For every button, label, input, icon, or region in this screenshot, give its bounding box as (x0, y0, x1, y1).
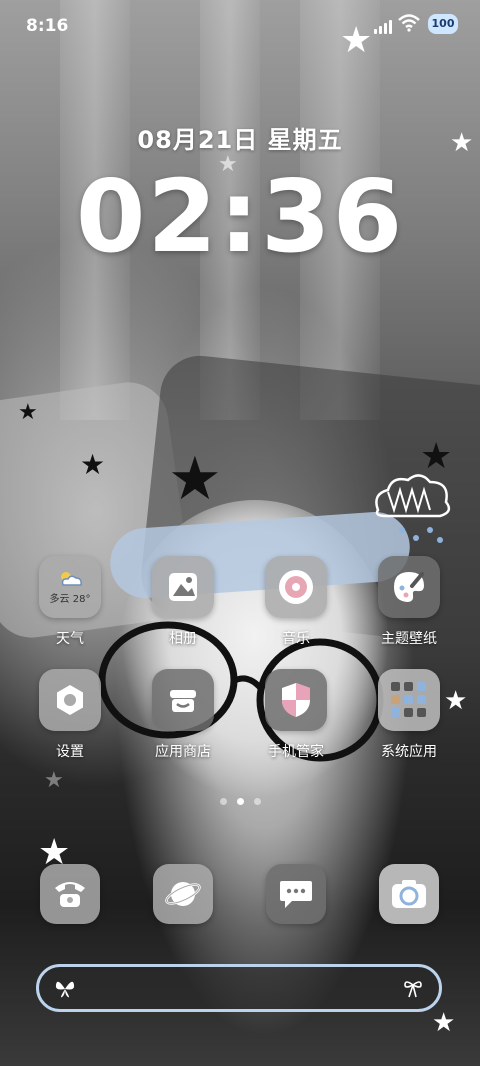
date-label: 08月21日 星期五 (137, 126, 343, 154)
app-label: 手机管家 (268, 744, 324, 760)
star-decoration: ★ (44, 768, 64, 793)
music-icon (265, 556, 327, 618)
weather-condition: 多云 (49, 594, 70, 605)
ribbon-bow-icon (404, 981, 422, 998)
app-label: 设置 (56, 744, 84, 760)
app-settings[interactable]: 设置 (25, 669, 115, 761)
home-screen: ★ ★ ★ ★ ★ ★ ★ ★ ★ ★ ★ 8:16 100 08月21日 星期… (0, 0, 480, 1066)
app-label: 天气 (56, 631, 84, 647)
app-weather[interactable]: 多云 28° 天气 (25, 556, 115, 648)
camera-icon (379, 864, 439, 924)
dock-camera[interactable] (364, 864, 454, 924)
star-decoration: ★ (168, 444, 222, 514)
palette-icon (378, 556, 440, 618)
folder-system-apps[interactable]: 系统应用 (364, 669, 454, 761)
signal-icon (374, 20, 392, 34)
butterfly-icon (55, 981, 75, 998)
wallpaper-glasses (98, 621, 384, 762)
dock-browser[interactable] (138, 864, 228, 924)
battery-icon: 100 (428, 14, 458, 34)
settings-gear-icon (39, 669, 101, 731)
app-label: 系统应用 (381, 744, 437, 760)
weather-temp: 28° (72, 594, 91, 605)
folder-icon (378, 669, 440, 731)
app-label: 相册 (169, 631, 197, 647)
page-dot-active[interactable] (236, 798, 244, 805)
star-decoration: ★ (80, 448, 106, 481)
star-decoration: ★ (432, 1008, 456, 1038)
app-phone-manager[interactable]: 手机管家 (251, 669, 341, 761)
search-bar[interactable] (36, 964, 442, 1012)
wifi-icon (398, 14, 420, 32)
app-store[interactable]: 应用商店 (138, 669, 228, 761)
dock-phone[interactable] (25, 864, 115, 924)
gallery-icon (152, 556, 214, 618)
page-indicator[interactable] (0, 798, 480, 805)
dock-messages[interactable] (251, 864, 341, 924)
phone-icon (40, 864, 100, 924)
status-bar: 8:16 100 (0, 0, 480, 48)
rain-cloud-sticker (375, 474, 451, 543)
status-time: 8:16 (26, 16, 69, 36)
cloud-sun-icon (61, 572, 82, 586)
app-label: 主题壁纸 (381, 631, 437, 647)
page-dot[interactable] (253, 798, 261, 805)
app-label: 应用商店 (155, 744, 211, 760)
app-music[interactable]: 音乐 (251, 556, 341, 648)
clock-widget[interactable]: 02:36 (0, 158, 480, 275)
messages-icon (266, 864, 326, 924)
store-icon (152, 669, 214, 731)
app-label: 音乐 (282, 631, 310, 647)
app-themes[interactable]: 主题壁纸 (364, 556, 454, 648)
shield-icon (265, 669, 327, 731)
page-dot[interactable] (219, 798, 227, 805)
star-decoration: ★ (18, 400, 38, 425)
browser-planet-icon (153, 864, 213, 924)
weather-icon: 多云 28° (39, 556, 101, 618)
app-gallery[interactable]: 相册 (138, 556, 228, 648)
